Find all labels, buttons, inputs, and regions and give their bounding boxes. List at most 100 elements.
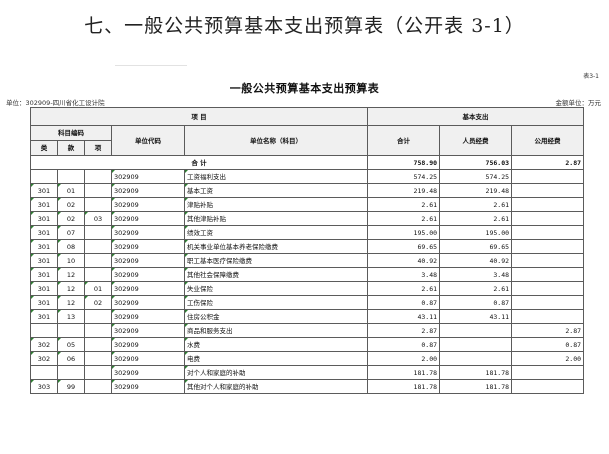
total-cell: 43.11 xyxy=(367,309,441,324)
unit-name-cell: 职工基本医疗保险缴费 xyxy=(183,253,369,268)
public-cell xyxy=(511,267,585,282)
personnel-cell: 2.61 xyxy=(439,281,513,296)
section-cell: 99 xyxy=(57,379,85,394)
class-cell: 303 xyxy=(30,379,58,394)
section-cell: 02 xyxy=(57,197,85,212)
item-cell xyxy=(84,197,112,212)
item-cell xyxy=(84,309,112,324)
section-cell xyxy=(57,169,85,184)
public-cell xyxy=(511,365,585,380)
unit-code-cell: 302909 xyxy=(111,239,185,254)
personnel-cell: 69.65 xyxy=(439,239,513,254)
table-row: 301 13 302909 住房公积金 43.11 43.11 xyxy=(30,309,585,324)
unit-name-cell: 基本工资 xyxy=(183,183,369,198)
section-cell: 06 xyxy=(57,351,85,366)
unit-code-cell: 302909 xyxy=(111,295,185,310)
total-cell: 69.65 xyxy=(367,239,441,254)
total-cell: 0.87 xyxy=(367,295,441,310)
class-cell: 301 xyxy=(30,281,58,296)
unit-code-cell: 302909 xyxy=(111,197,185,212)
public-cell: 2.87 xyxy=(511,323,585,338)
total-amount: 758.90 xyxy=(367,155,441,170)
public-cell xyxy=(511,211,585,226)
item-cell xyxy=(84,225,112,240)
total-cell: 181.78 xyxy=(367,365,441,380)
class-cell xyxy=(30,169,58,184)
table-row: 302909 对个人和家庭的补助 181.78 181.78 xyxy=(30,365,585,380)
public-cell xyxy=(511,309,585,324)
budget-table: 项 目 基本支出 科目编码 单位代码 单位名称（科目） 合计 人员经费 公用经费… xyxy=(29,107,585,394)
public-cell xyxy=(511,281,585,296)
section-cell: 02 xyxy=(57,211,85,226)
unit-name-cell: 水费 xyxy=(183,337,369,352)
public-cell xyxy=(511,253,585,268)
class-cell: 301 xyxy=(30,197,58,212)
section-cell: 12 xyxy=(57,281,85,296)
header-public: 公用经费 xyxy=(511,125,585,156)
table-row: 301 12 01 302909 失业保险 2.61 2.61 xyxy=(30,281,585,296)
header-unit-name: 单位名称（科目） xyxy=(183,125,369,156)
total-cell: 574.25 xyxy=(367,169,441,184)
personnel-cell: 195.00 xyxy=(439,225,513,240)
unit-code-cell: 302909 xyxy=(111,337,185,352)
item-cell: 02 xyxy=(84,295,112,310)
table-number: 表3-1 xyxy=(583,73,599,80)
item-cell: 01 xyxy=(84,281,112,296)
total-cell: 2.00 xyxy=(367,351,441,366)
public-cell xyxy=(511,169,585,184)
total-cell: 195.00 xyxy=(367,225,441,240)
public-cell xyxy=(511,183,585,198)
total-cell: 2.61 xyxy=(367,281,441,296)
header-subject-code: 科目编码 xyxy=(30,125,112,141)
section-cell: 12 xyxy=(57,267,85,282)
unit-name-cell: 机关事业单位基本养老保险缴费 xyxy=(183,239,369,254)
unit-name-cell: 津贴补贴 xyxy=(183,197,369,212)
unit-code-cell: 302909 xyxy=(111,225,185,240)
personnel-cell: 2.61 xyxy=(439,211,513,226)
total-cell: 0.87 xyxy=(367,337,441,352)
header-personnel: 人员经费 xyxy=(439,125,513,156)
class-cell: 301 xyxy=(30,183,58,198)
item-cell xyxy=(84,379,112,394)
unit-code-cell: 302909 xyxy=(111,183,185,198)
table-title: 一般公共预算基本支出预算表 xyxy=(229,82,380,95)
public-cell xyxy=(511,225,585,240)
section-cell: 12 xyxy=(57,295,85,310)
header-class: 类 xyxy=(30,140,58,156)
unit-code-cell: 302909 xyxy=(111,351,185,366)
table-row: 301 02 302909 津贴补贴 2.61 2.61 xyxy=(30,197,585,212)
reporting-unit: 单位：302909-四川省化工设计院 xyxy=(6,99,105,107)
class-cell xyxy=(30,365,58,380)
class-cell: 301 xyxy=(30,211,58,226)
unit-name-cell: 绩效工资 xyxy=(183,225,369,240)
decorative-line xyxy=(115,65,187,66)
unit-name-cell: 工资福利支出 xyxy=(183,169,369,184)
table-row: 301 01 302909 基本工资 219.48 219.48 xyxy=(30,183,585,198)
public-cell: 2.00 xyxy=(511,351,585,366)
unit-code-cell: 302909 xyxy=(111,169,185,184)
total-cell: 3.48 xyxy=(367,267,441,282)
public-cell xyxy=(511,239,585,254)
class-cell: 301 xyxy=(30,253,58,268)
table-row: 302 06 302909 电费 2.00 2.00 xyxy=(30,351,585,366)
table-row: 302909 商品和服务支出 2.87 2.87 xyxy=(30,323,585,338)
unit-code-cell: 302909 xyxy=(111,309,185,324)
total-cell: 181.78 xyxy=(367,379,441,394)
total-label: 合 计 xyxy=(29,155,369,170)
personnel-cell xyxy=(439,323,513,338)
header-item-col: 项 xyxy=(84,140,112,156)
unit-code-cell: 302909 xyxy=(111,281,185,296)
table-row: 301 08 302909 机关事业单位基本养老保险缴费 69.65 69.65 xyxy=(30,239,585,254)
page-title: 七、一般公共预算基本支出预算表（公开表 3-1） xyxy=(84,15,525,37)
unit-code-cell: 302909 xyxy=(111,253,185,268)
personnel-cell: 574.25 xyxy=(439,169,513,184)
unit-name-cell: 其他社会保障缴费 xyxy=(183,267,369,282)
section-cell: 01 xyxy=(57,183,85,198)
unit-name-cell: 商品和服务支出 xyxy=(183,323,369,338)
total-public: 2.87 xyxy=(511,155,585,170)
unit-name-cell: 对个人和家庭的补助 xyxy=(183,365,369,380)
table-row: 301 10 302909 职工基本医疗保险缴费 40.92 40.92 xyxy=(30,253,585,268)
unit-code-cell: 302909 xyxy=(111,365,185,380)
unit-code-cell: 302909 xyxy=(111,323,185,338)
unit-code-cell: 302909 xyxy=(111,267,185,282)
